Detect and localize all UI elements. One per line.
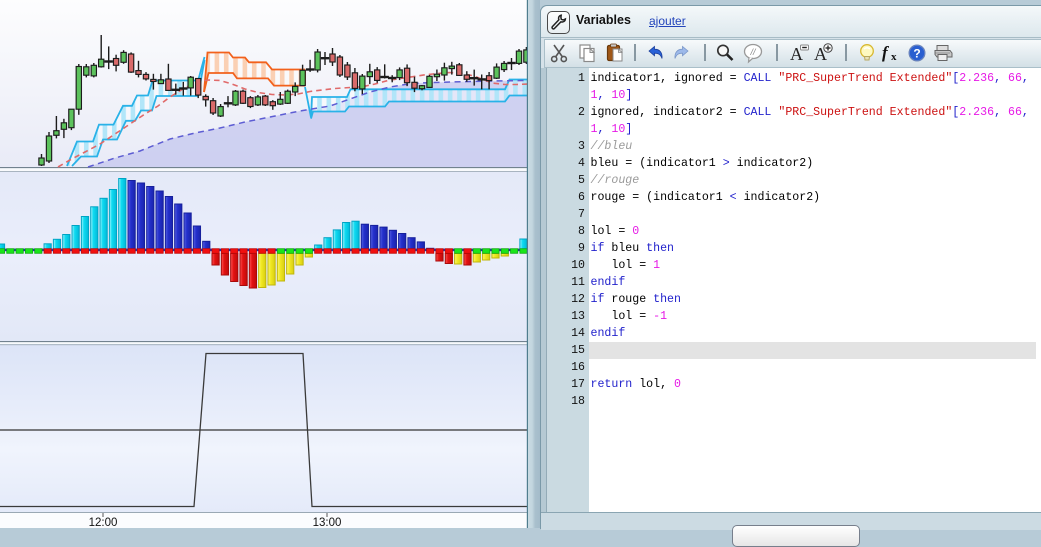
svg-text:13:00: 13:00 [313,517,342,528]
svg-text:f: f [882,43,890,62]
svg-text:12:00: 12:00 [89,517,118,528]
svg-text:x: x [891,51,897,63]
svg-text:?: ? [913,47,920,61]
